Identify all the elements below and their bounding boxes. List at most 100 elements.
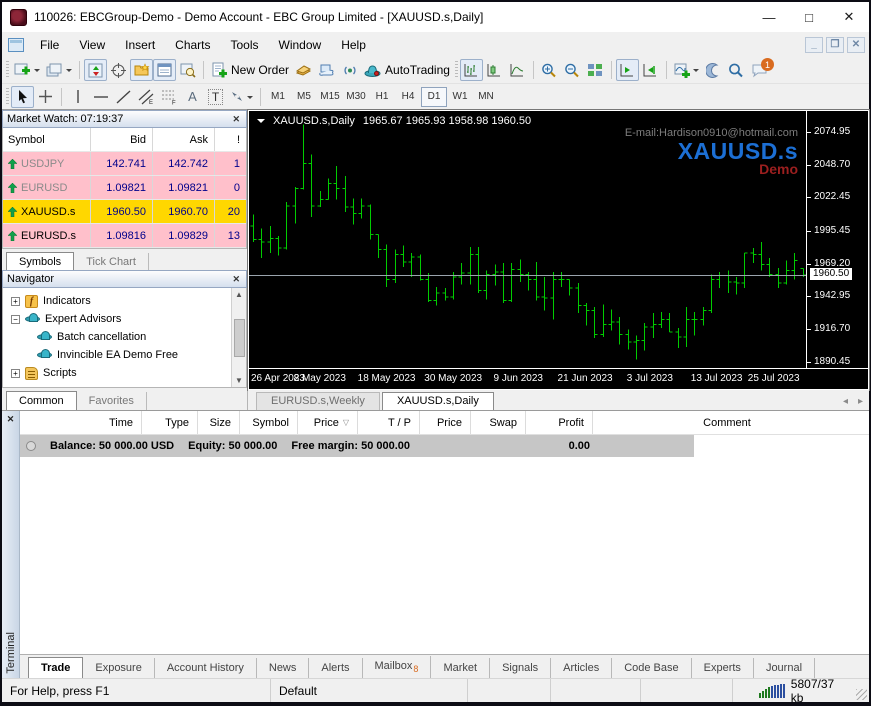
collapse-icon[interactable]: −: [11, 315, 20, 324]
indicators-button[interactable]: [671, 59, 702, 81]
zoom-in-button[interactable]: [538, 59, 561, 81]
close-icon[interactable]: ✕: [230, 274, 242, 285]
zoom-out-button[interactable]: [561, 59, 584, 81]
chart-tab-eurusd-weekly[interactable]: EURUSD.s,Weekly: [256, 392, 380, 410]
tree-item-batch-cancellation[interactable]: Batch cancellation: [3, 328, 246, 346]
col-ask[interactable]: Ask: [153, 128, 215, 151]
toolbar-grip[interactable]: [455, 61, 458, 79]
signals-button[interactable]: [338, 59, 361, 81]
timeframe-m1[interactable]: M1: [265, 87, 291, 107]
quote-row-selected[interactable]: XAUUSD.s 1960.50 1960.70 20: [3, 200, 246, 224]
tab-articles[interactable]: Articles: [551, 658, 612, 678]
chart-shift-button[interactable]: [639, 59, 662, 81]
quote-row[interactable]: EURUSD.s 1.09816 1.09829 13: [3, 224, 246, 248]
metaeditor-button[interactable]: [292, 59, 315, 81]
strategy-tester-button[interactable]: [176, 59, 199, 81]
menu-insert[interactable]: Insert: [115, 34, 165, 56]
new-chart-button[interactable]: [11, 59, 43, 81]
tab-mailbox[interactable]: Mailbox8: [363, 656, 432, 678]
menu-file[interactable]: File: [30, 34, 69, 56]
tree-item-scripts[interactable]: + Scripts: [3, 364, 246, 382]
col-bid[interactable]: Bid: [91, 128, 153, 151]
tab-symbols[interactable]: Symbols: [6, 252, 74, 271]
navigator-toggle[interactable]: [130, 59, 153, 81]
maximize-button[interactable]: □: [789, 2, 829, 32]
period-button[interactable]: [702, 59, 725, 81]
chart-window[interactable]: XAUUSD.s,Daily 1965.67 1965.93 1958.98 1…: [248, 110, 869, 390]
tab-account-history[interactable]: Account History: [155, 658, 257, 678]
scroll-down-icon[interactable]: ▼: [235, 376, 243, 385]
tab-alerts[interactable]: Alerts: [309, 658, 362, 678]
quote-row[interactable]: USDJPY 142.741 142.742 1: [3, 152, 246, 176]
new-order-button[interactable]: New Order: [208, 59, 292, 81]
trendline-button[interactable]: [112, 86, 135, 108]
tab-tick-chart[interactable]: Tick Chart: [74, 253, 149, 271]
tile-windows-button[interactable]: [584, 59, 607, 81]
menu-tools[interactable]: Tools: [221, 34, 269, 56]
tab-market[interactable]: Market: [431, 658, 490, 678]
text-label-button[interactable]: T: [204, 86, 227, 108]
tab-code-base[interactable]: Code Base: [612, 658, 691, 678]
quote-row[interactable]: EURUSD 1.09821 1.09821 0: [3, 176, 246, 200]
chart-tab-xauusd-daily[interactable]: XAUUSD.s,Daily: [382, 392, 494, 410]
vertical-line-button[interactable]: [66, 86, 89, 108]
close-icon[interactable]: ✕: [230, 114, 242, 125]
timeframe-m5[interactable]: M5: [291, 87, 317, 107]
timeframe-w1[interactable]: W1: [447, 87, 473, 107]
profiles-button[interactable]: [43, 59, 75, 81]
minimize-button[interactable]: —: [749, 2, 789, 32]
col-tp[interactable]: T / P: [358, 411, 420, 434]
close-icon[interactable]: ✕: [7, 411, 15, 428]
col-profit[interactable]: Profit: [526, 411, 593, 434]
cursor-button[interactable]: [11, 86, 34, 108]
scroll-up-icon[interactable]: ▲: [235, 290, 243, 299]
line-chart-button[interactable]: [506, 59, 529, 81]
col-spread[interactable]: !: [215, 134, 246, 146]
tab-favorites[interactable]: Favorites: [77, 392, 147, 410]
col-size[interactable]: Size: [198, 411, 240, 434]
auto-scroll-button[interactable]: [616, 59, 639, 81]
mdi-close-button[interactable]: ✕: [847, 37, 865, 53]
fibonacci-button[interactable]: F: [158, 86, 181, 108]
tree-item-expert-advisors[interactable]: − Expert Advisors: [3, 310, 246, 328]
tab-signals[interactable]: Signals: [490, 658, 551, 678]
col-swap[interactable]: Swap: [471, 411, 526, 434]
tab-scroll-right-icon[interactable]: ▸: [858, 396, 863, 407]
mdi-restore-button[interactable]: ❐: [826, 37, 844, 53]
timeframe-h4[interactable]: H4: [395, 87, 421, 107]
col-time[interactable]: Time: [20, 411, 142, 434]
tab-common[interactable]: Common: [6, 391, 77, 410]
timeframe-mn[interactable]: MN: [473, 87, 499, 107]
tab-scroll-left-icon[interactable]: ◂: [843, 396, 848, 407]
close-button[interactable]: ✕: [829, 2, 869, 32]
balance-row[interactable]: Balance: 50 000.00 USD Equity: 50 000.00…: [20, 435, 869, 457]
bar-chart-button[interactable]: [460, 59, 483, 81]
chart-window-icon[interactable]: [8, 38, 24, 52]
timeframe-d1[interactable]: D1: [421, 87, 447, 107]
col-price-open[interactable]: Price ▽: [298, 411, 358, 434]
data-window-button[interactable]: [107, 59, 130, 81]
toolbar-grip[interactable]: [6, 61, 9, 79]
navigator-scrollbar[interactable]: ▲ ▼: [231, 288, 246, 387]
timeframe-m30[interactable]: M30: [343, 87, 369, 107]
mql5-community-button[interactable]: [315, 59, 338, 81]
menu-view[interactable]: View: [69, 34, 115, 56]
col-comment[interactable]: Comment: [593, 411, 869, 434]
timeframe-h1[interactable]: H1: [369, 87, 395, 107]
col-symbol[interactable]: Symbol: [3, 128, 91, 151]
chat-button[interactable]: 1: [748, 59, 771, 81]
col-price-current[interactable]: Price: [420, 411, 471, 434]
resize-grip[interactable]: [854, 679, 869, 702]
status-profile[interactable]: Default: [271, 679, 468, 702]
text-button[interactable]: A: [181, 86, 204, 108]
channel-button[interactable]: E: [135, 86, 158, 108]
toolbar-grip[interactable]: [6, 88, 9, 106]
col-symbol[interactable]: Symbol: [240, 411, 298, 434]
menu-charts[interactable]: Charts: [165, 34, 220, 56]
expand-icon[interactable]: +: [11, 297, 20, 306]
tab-journal[interactable]: Journal: [754, 658, 815, 678]
menu-window[interactable]: Window: [269, 34, 332, 56]
arrows-button[interactable]: [227, 86, 256, 108]
tree-item-invincible-ea[interactable]: Invincible EA Demo Free: [3, 346, 246, 364]
timeframe-m15[interactable]: M15: [317, 87, 343, 107]
